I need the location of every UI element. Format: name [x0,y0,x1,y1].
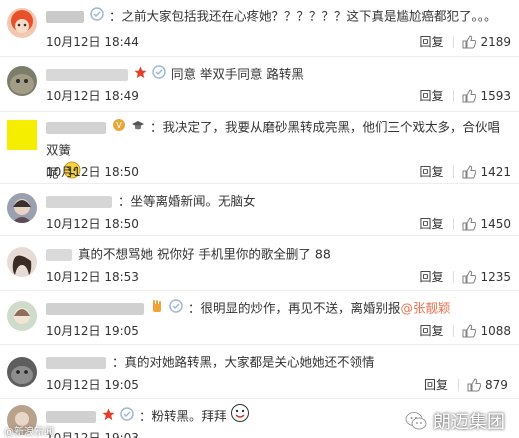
watermark-brand: 朗迈集团 [433,412,505,433]
like-count: 1450 [480,217,511,231]
reply-button[interactable]: 回复 [419,269,443,285]
comment-time: 10月12日 18:53 [46,270,139,284]
divider [453,166,455,178]
comment-item: V ：我决定了，我要从磨砂黑转成亮黑，他们三个戏太多，合伙唱双簧 呢 10月12… [0,112,519,184]
comment-text: ：真的对她路转黑，大家都是关心她她还不领情 [111,354,375,370]
comment-text: ：粉转黑。拜拜 [138,408,227,424]
like-count: 2189 [480,35,511,49]
divider [453,325,455,337]
reply-button[interactable]: 回复 [424,377,448,393]
comment-item: ：真的对她路转黑，大家都是关心她她还不领情 10月12日 19:05 回复 87… [0,345,519,399]
username[interactable] [46,356,106,369]
comment-time: 10月12日 18:50 [46,165,139,179]
reply-button[interactable]: 回复 [419,323,443,339]
like-count: 1088 [480,324,511,338]
mention-link[interactable]: @张靓颖 [400,301,450,316]
comment-time: 10月12日 18:44 [46,35,139,49]
thumbs-up-icon[interactable] [462,324,477,338]
username[interactable] [46,410,96,423]
username[interactable] [46,10,84,23]
hand-icon [150,298,164,320]
divider [453,271,455,283]
watermark-corner: @新浪新闻 [4,427,54,438]
comment-item: 同意 举双手同意 路转黑 10月12日 18:49 回复 1593 [0,57,519,112]
wechat-icon [405,412,427,430]
comment-text: 真的不想骂她 祝你好 手机里你的歌全删了 88 [77,246,331,262]
avatar[interactable] [7,357,37,387]
comment-item: ：之前大家包括我还在心疼她？？？？？？这下真是尴尬癌都犯了。。。 10月12日 … [0,0,519,57]
member-icon [152,64,166,86]
username[interactable] [46,248,72,261]
thumbs-up-icon[interactable] [462,165,477,179]
divider [453,36,455,48]
comment-text: 同意 举双手同意 路转黑 [170,66,304,82]
like-count: 1235 [480,270,511,284]
divider [453,218,455,230]
svg-text:V: V [116,121,122,130]
bye-face-emoji-icon [230,403,250,430]
username[interactable] [46,68,128,81]
watermark: 朗迈集团 [405,408,505,434]
comment-time: 10月12日 19:03 [46,431,139,438]
like-count: 1593 [480,89,511,103]
vip-star-icon [134,64,147,86]
comment-item: 真的不想骂她 祝你好 手机里你的歌全删了 88 10月12日 18:53 回复 … [0,236,519,291]
comment-time: 10月12日 19:05 [46,378,139,392]
reply-button[interactable]: 回复 [419,88,443,104]
thumbs-up-icon[interactable] [462,270,477,284]
vip-star-icon [102,406,115,428]
like-count: 879 [485,378,508,392]
divider [458,379,459,391]
vip-icon: V [112,117,126,139]
comment-text: ：之前大家包括我还在心疼她？？？？？？这下真是尴尬癌都犯了。。。 [108,8,497,24]
thumbs-up-icon[interactable] [467,378,482,392]
like-count: 1421 [480,165,511,179]
comment-time: 10月12日 19:05 [46,324,139,338]
divider [453,90,455,102]
thumbs-up-icon[interactable] [462,35,477,49]
member-icon [90,6,104,28]
comment-text: ：很明显的炒作，再见不送，离婚别报 [187,300,401,316]
avatar[interactable] [7,301,37,331]
avatar[interactable] [7,120,37,150]
reply-button[interactable]: 回复 [419,216,443,232]
comment-time: 10月12日 18:49 [46,89,139,103]
username[interactable] [46,195,112,208]
username[interactable] [46,121,106,134]
reply-button[interactable]: 回复 [419,34,443,50]
thumbs-up-icon[interactable] [462,217,477,231]
comment-text: ：坐等离婚新闻。无脑女 [117,193,256,209]
comment-item: ：坐等离婚新闻。无脑女 10月12日 18:50 回复 1450 [0,184,519,236]
avatar[interactable] [7,8,37,38]
comment-item: ：很明显的炒作，再见不送，离婚别报@张靓颖 10月12日 19:05 回复 10… [0,291,519,345]
member-icon [169,298,183,320]
reply-button[interactable]: 回复 [419,164,443,180]
avatar[interactable] [7,193,37,223]
member-icon [120,406,134,428]
hat-icon [131,117,145,139]
username[interactable] [46,302,144,315]
avatar[interactable] [7,66,37,96]
thumbs-up-icon[interactable] [462,89,477,103]
avatar[interactable] [7,247,37,277]
comment-time: 10月12日 18:50 [46,217,139,231]
